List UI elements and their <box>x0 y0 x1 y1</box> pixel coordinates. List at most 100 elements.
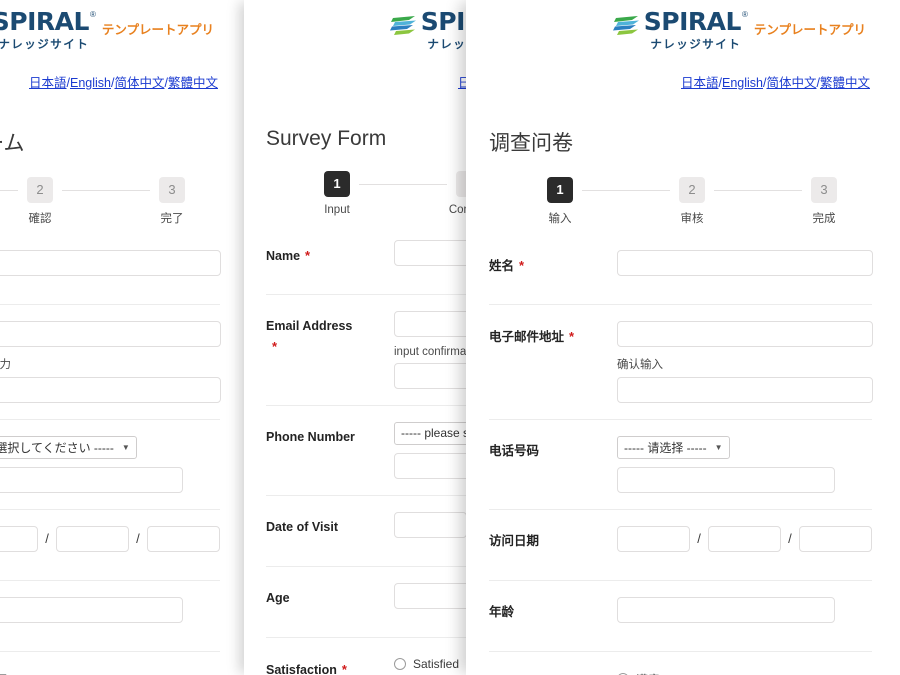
page-title-zh: 调查问卷 <box>489 131 573 155</box>
lang-link-english-ja[interactable]: English <box>70 76 111 90</box>
visit-date-month-input-zh[interactable] <box>707 525 782 552</box>
radio-option-ja-0[interactable]: 満足 <box>0 671 220 675</box>
form-row-satisfaction-en: Satisfaction * Satisfied Somewhat Satisfi… <box>266 636 472 675</box>
visit-date-month-input-ja[interactable] <box>55 525 130 552</box>
lang-link-simplified-chinese-zh[interactable]: 简体中文 <box>766 76 816 90</box>
email-confirm-input-en[interactable] <box>394 362 472 389</box>
window-panel-japanese[interactable]: SPIRAL ® ナレッジサイト テンプレートアプリ 日本語/English/简… <box>0 0 248 675</box>
brand-logo-ja[interactable]: SPIRAL ® ナレッジサイト テンプレートアプリ <box>0 9 214 52</box>
brand-logo-zh[interactable]: SPIRAL ® ナレッジサイト テンプレートアプリ <box>612 7 866 52</box>
brand-logo-en[interactable]: SPIRAL ® ナレッジサイト テンプレートアプリ <box>389 9 472 52</box>
field-control-email-en: input confirmation <box>394 310 472 389</box>
age-input-zh[interactable] <box>617 596 835 623</box>
form-row-name-ja: 氏名* <box>0 244 221 304</box>
step-label-1-zh: 输入 <box>548 212 572 225</box>
language-switcher-en[interactable]: 日本語/English/简体中文/繁體中文 <box>244 72 472 91</box>
radio-option-zh-0[interactable]: 满意 <box>617 671 872 675</box>
field-label-email-text-en: Email Address <box>266 318 353 333</box>
step-number-2-zh: 2 <box>679 176 705 203</box>
email-confirm-input-zh[interactable] <box>617 376 873 403</box>
field-label-age-text-en: Age <box>266 590 290 605</box>
form-row-age-zh: 年龄 <box>489 579 872 651</box>
required-mark: * <box>305 247 311 263</box>
email-input-zh[interactable] <box>617 320 873 347</box>
field-label-age-text-zh: 年龄 <box>489 604 515 619</box>
field-control-visit-date-zh: / / <box>617 525 872 552</box>
phone-input-ja[interactable] <box>0 466 183 493</box>
field-control-name-zh <box>617 249 873 276</box>
field-control-age-ja <box>0 596 220 623</box>
age-input-ja[interactable] <box>0 596 183 623</box>
satisfaction-radio-group-zh: 满意 较满意 较不满意 不满意 <box>617 668 872 675</box>
lang-link-simplified-chinese-ja[interactable]: 简体中文 <box>114 76 164 90</box>
step-connector-1-en <box>359 183 447 185</box>
step-item-3-ja: 3 完了 <box>150 176 194 226</box>
email-confirm-note-en: input confirmation <box>394 345 472 358</box>
field-control-email-ja: 確認入力 <box>0 320 221 403</box>
field-label-visit-date-text-en: Date of Visit <box>266 519 339 534</box>
phone-input-en[interactable] <box>394 452 472 479</box>
phone-input-zh[interactable] <box>617 466 835 493</box>
panel-header-zh: SPIRAL ® ナレッジサイト テンプレートアプリ 日本語/English/简… <box>466 0 900 91</box>
language-switcher-ja[interactable]: 日本語/English/简体中文/繁體中文 <box>0 72 248 91</box>
field-label-email-en: Email Address * <box>266 311 394 356</box>
name-input-en[interactable] <box>394 239 472 266</box>
chevron-down-icon: ▼ <box>714 442 723 452</box>
field-label-email-zh: 电子邮件地址 * <box>489 321 617 347</box>
age-input-en[interactable] <box>394 582 472 609</box>
field-label-satisfaction-en: Satisfaction * <box>266 654 394 675</box>
lang-link-japanese-ja[interactable]: 日本語 <box>29 76 67 90</box>
lang-link-japanese-zh[interactable]: 日本語 <box>681 76 719 90</box>
form-row-visit-date-ja: 店舗ご利用日 / / <box>0 508 220 580</box>
step-number-3-zh: 3 <box>811 176 837 203</box>
form-row-satisfaction-zh: 满意度* 满意 较满意 较不满意 不满意 <box>489 650 872 675</box>
lang-link-traditional-chinese-zh[interactable]: 繁體中文 <box>820 76 870 90</box>
step-item-1-zh: 1 输入 <box>538 176 582 226</box>
satisfaction-radio-group-ja: 満足 やや満足 やや不満 不満 <box>0 668 220 675</box>
visit-date-year-input-en[interactable] <box>394 511 468 538</box>
field-label-age-zh: 年龄 <box>489 597 617 622</box>
field-label-name-text-zh: 姓名 <box>489 258 515 273</box>
date-separator: / <box>697 531 701 547</box>
form-row-phone-zh: 电话号码 ----- 请选择 ----- ▼ <box>489 418 872 509</box>
name-input-ja[interactable] <box>0 249 221 276</box>
window-panel-chinese[interactable]: SPIRAL ® ナレッジサイト テンプレートアプリ 日本語/English/简… <box>466 0 900 675</box>
field-control-phone-ja: ----- 選択してください ----- ▼ <box>0 435 220 493</box>
window-panel-english[interactable]: SPIRAL ® ナレッジサイト テンプレートアプリ 日本語/English/简… <box>244 0 472 675</box>
step-item-2-ja: 2 確認 <box>18 176 62 226</box>
date-separator: / <box>788 531 792 547</box>
field-control-phone-en: ----- please select -----▼ <box>394 421 472 479</box>
phone-type-select-en[interactable]: ----- please select -----▼ <box>394 421 472 445</box>
language-switcher-zh[interactable]: 日本語/English/简体中文/繁體中文 <box>466 72 900 91</box>
survey-form-zh: 姓名 * 电子邮件地址 * 确认输入 电话号码 ----- 请选择 ----- ▼ <box>466 244 900 675</box>
brand-subtitle-ja: ナレッジサイト <box>0 38 90 51</box>
visit-date-day-input-ja[interactable] <box>146 525 220 552</box>
email-confirm-input-ja[interactable] <box>0 376 221 403</box>
phone-type-select-zh[interactable]: ----- 请选择 ----- ▼ <box>617 435 730 459</box>
field-label-age-en: Age <box>266 583 394 608</box>
brand-wordmark-zh: SPIRAL <box>643 7 742 36</box>
step-label-2-ja: 確認 <box>28 212 52 225</box>
email-input-en[interactable] <box>394 310 472 337</box>
form-row-email-en: Email Address * input confirmation <box>266 293 472 405</box>
step-item-2-zh: 2 审核 <box>670 176 714 226</box>
step-connector-1-ja <box>0 189 18 191</box>
lang-link-english-zh[interactable]: English <box>722 76 763 90</box>
visit-date-day-input-zh[interactable] <box>798 525 872 552</box>
email-input-ja[interactable] <box>0 320 221 347</box>
step-indicator-en: 1 Input 2 Confirm 3 Complete <box>315 170 472 216</box>
date-separator: / <box>136 531 140 547</box>
radio-label-ja-0: 満足 <box>0 671 8 675</box>
step-label-3-ja: 完了 <box>160 212 184 225</box>
visit-date-year-input-ja[interactable] <box>0 525 39 552</box>
radio-option-en-0[interactable]: Satisfied <box>394 657 472 671</box>
satisfaction-radio-group-en: Satisfied Somewhat Satisfied Somewhat Di… <box>394 654 472 675</box>
form-row-phone-ja: 電話番号 ----- 選択してください -----▼ <box>0 418 220 509</box>
field-control-visit-date-ja: / / <box>0 525 220 552</box>
name-input-zh[interactable] <box>617 249 873 276</box>
form-row-satisfaction-ja: 満足度* 満足 やや満足 やや不満 不満 <box>0 650 220 675</box>
logo-row-ja: SPIRAL ® ナレッジサイト テンプレートアプリ <box>0 9 248 52</box>
phone-type-select-ja[interactable]: ----- 選択してください ----- ▼ <box>0 435 137 459</box>
visit-date-year-input-zh[interactable] <box>617 525 691 552</box>
lang-link-traditional-chinese-ja[interactable]: 繁體中文 <box>168 76 218 90</box>
